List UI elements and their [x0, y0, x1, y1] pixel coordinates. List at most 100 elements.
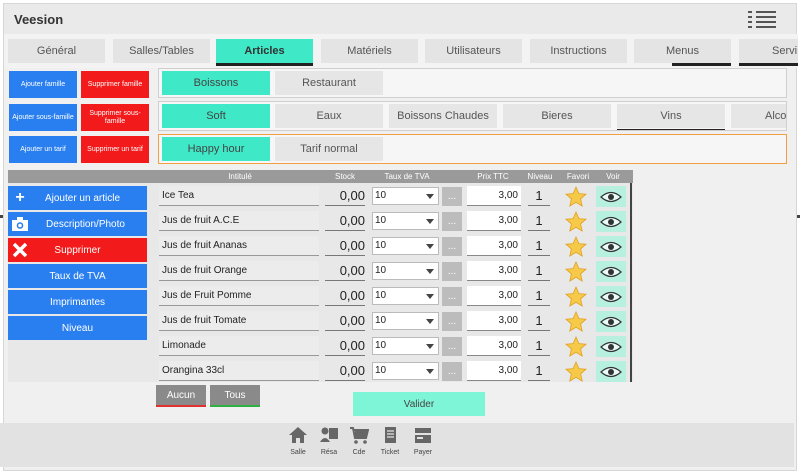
stock-field[interactable]: 0,00 [325, 311, 365, 331]
tariff-chip-happy-hour[interactable]: Happy hour [162, 137, 270, 161]
star-icon[interactable] [565, 236, 587, 258]
vat-more-button[interactable]: ... [442, 237, 462, 256]
eye-icon[interactable] [596, 211, 626, 232]
eye-icon[interactable] [596, 236, 626, 257]
price-field[interactable]: 3,00 [467, 236, 521, 256]
star-icon[interactable] [565, 311, 587, 333]
family-chip-restaurant[interactable]: Restaurant [275, 71, 383, 95]
table-row[interactable]: Jus de Fruit Pomme 0,00 10 ... 3,00 1 [155, 284, 633, 309]
description-photo-button[interactable]: Description/Photo [8, 212, 147, 236]
vat-select[interactable]: 10 [372, 262, 439, 280]
vat-select[interactable]: 10 [372, 187, 439, 205]
add-subfamily-button[interactable]: Ajouter sous-famille [9, 104, 77, 131]
vat-select[interactable]: 10 [372, 312, 439, 330]
vat-more-button[interactable]: ... [442, 337, 462, 356]
vat-more-button[interactable]: ... [442, 187, 462, 206]
nav-cde[interactable]: Cde [344, 425, 374, 463]
level-button[interactable]: Niveau [8, 316, 147, 340]
eye-icon[interactable] [596, 336, 626, 357]
level-field[interactable]: 1 [528, 311, 550, 331]
select-none-button[interactable]: Aucun [156, 385, 206, 407]
vat-more-button[interactable]: ... [442, 312, 462, 331]
level-field[interactable]: 1 [528, 336, 550, 356]
add-family-button[interactable]: Ajouter famille [9, 71, 77, 98]
vat-select[interactable]: 10 [372, 237, 439, 255]
tab-utilisateurs[interactable]: Utilisateurs [425, 39, 522, 63]
price-field[interactable]: 3,00 [467, 211, 521, 231]
article-name[interactable]: Jus de fruit Orange [159, 261, 319, 281]
table-row[interactable]: Jus de fruit Orange 0,00 10 ... 3,00 1 [155, 259, 633, 284]
price-field[interactable]: 3,00 [467, 186, 521, 206]
price-field[interactable]: 3,00 [467, 286, 521, 306]
nav-resa[interactable]: Résa [314, 425, 344, 463]
vat-select[interactable]: 10 [372, 362, 439, 380]
family-chip-boissons[interactable]: Boissons [162, 71, 270, 95]
vat-more-button[interactable]: ... [442, 287, 462, 306]
tariff-chip-normal[interactable]: Tarif normal [275, 137, 383, 161]
nav-ticket[interactable]: Ticket [375, 425, 405, 463]
star-icon[interactable] [565, 186, 587, 208]
price-field[interactable]: 3,00 [467, 336, 521, 356]
stock-field[interactable]: 0,00 [325, 211, 365, 231]
table-row[interactable]: Jus de fruit Tomate 0,00 10 ... 3,00 1 [155, 309, 633, 334]
price-field[interactable]: 3,00 [467, 311, 521, 331]
star-icon[interactable] [565, 286, 587, 308]
article-name[interactable]: Jus de Fruit Pomme [159, 286, 319, 306]
level-field[interactable]: 1 [528, 286, 550, 306]
table-row[interactable]: Jus de fruit Ananas 0,00 10 ... 3,00 1 [155, 234, 633, 259]
stock-field[interactable]: 0,00 [325, 286, 365, 306]
level-field[interactable]: 1 [528, 186, 550, 206]
printers-button[interactable]: Imprimantes [8, 290, 147, 314]
level-field[interactable]: 1 [528, 236, 550, 256]
level-field[interactable]: 1 [528, 261, 550, 281]
vat-select[interactable]: 10 [372, 212, 439, 230]
delete-article-button[interactable]: Supprimer [8, 238, 147, 262]
validate-button[interactable]: Valider [353, 392, 485, 416]
vat-more-button[interactable]: ... [442, 362, 462, 381]
delete-subfamily-button[interactable]: Supprimer sous-famille [81, 104, 149, 131]
tab-salles-tables[interactable]: Salles/Tables [113, 39, 210, 63]
table-row[interactable]: Orangina 33cl 0,00 10 ... 3,00 1 [155, 359, 633, 384]
star-icon[interactable] [565, 211, 587, 233]
vat-select[interactable]: 10 [372, 287, 439, 305]
tab-menus[interactable]: Menus [634, 39, 731, 66]
eye-icon[interactable] [596, 361, 626, 382]
tab-materiels[interactable]: Matériels [321, 39, 418, 63]
price-field[interactable]: 3,00 [467, 361, 521, 381]
delete-family-button[interactable]: Supprimer famille [81, 71, 149, 98]
add-article-button[interactable]: + Ajouter un article [8, 186, 147, 210]
article-name[interactable]: Jus de fruit A.C.E [159, 211, 319, 231]
nav-payer[interactable]: Payer [408, 425, 438, 463]
article-name[interactable]: Ice Tea [159, 186, 319, 206]
article-name[interactable]: Jus de fruit Ananas [159, 236, 319, 256]
star-icon[interactable] [565, 261, 587, 283]
article-name[interactable]: Orangina 33cl [159, 361, 319, 381]
level-field[interactable]: 1 [528, 211, 550, 231]
star-icon[interactable] [565, 361, 587, 383]
table-scrollbar[interactable] [630, 183, 632, 382]
star-icon[interactable] [565, 336, 587, 358]
vat-more-button[interactable]: ... [442, 262, 462, 281]
eye-icon[interactable] [596, 186, 626, 207]
table-row[interactable]: Ice Tea 0,00 10 ... 3,00 1 [155, 184, 633, 209]
hamburger-menu-icon[interactable] [748, 10, 776, 28]
eye-icon[interactable] [596, 286, 626, 307]
vat-select[interactable]: 10 [372, 337, 439, 355]
subfamily-chip-soft[interactable]: Soft [162, 104, 270, 128]
stock-field[interactable]: 0,00 [325, 361, 365, 381]
stock-field[interactable]: 0,00 [325, 261, 365, 281]
vat-rate-button[interactable]: Taux de TVA [8, 264, 147, 288]
eye-icon[interactable] [596, 261, 626, 282]
table-row[interactable]: Jus de fruit A.C.E 0,00 10 ... 3,00 1 [155, 209, 633, 234]
add-tariff-button[interactable]: Ajouter un tarif [9, 136, 77, 163]
subfamily-chip-boissons-chaudes[interactable]: Boissons Chaudes [389, 104, 497, 128]
select-all-button[interactable]: Tous [210, 385, 260, 407]
subfamily-chip-vins[interactable]: Vins [617, 104, 725, 130]
price-field[interactable]: 3,00 [467, 261, 521, 281]
stock-field[interactable]: 0,00 [325, 236, 365, 256]
article-name[interactable]: Jus de fruit Tomate [159, 311, 319, 331]
stock-field[interactable]: 0,00 [325, 336, 365, 356]
tab-general[interactable]: Général [8, 39, 105, 63]
tab-servi[interactable]: Servi [739, 39, 798, 66]
subfamily-chip-eaux[interactable]: Eaux [275, 104, 383, 128]
